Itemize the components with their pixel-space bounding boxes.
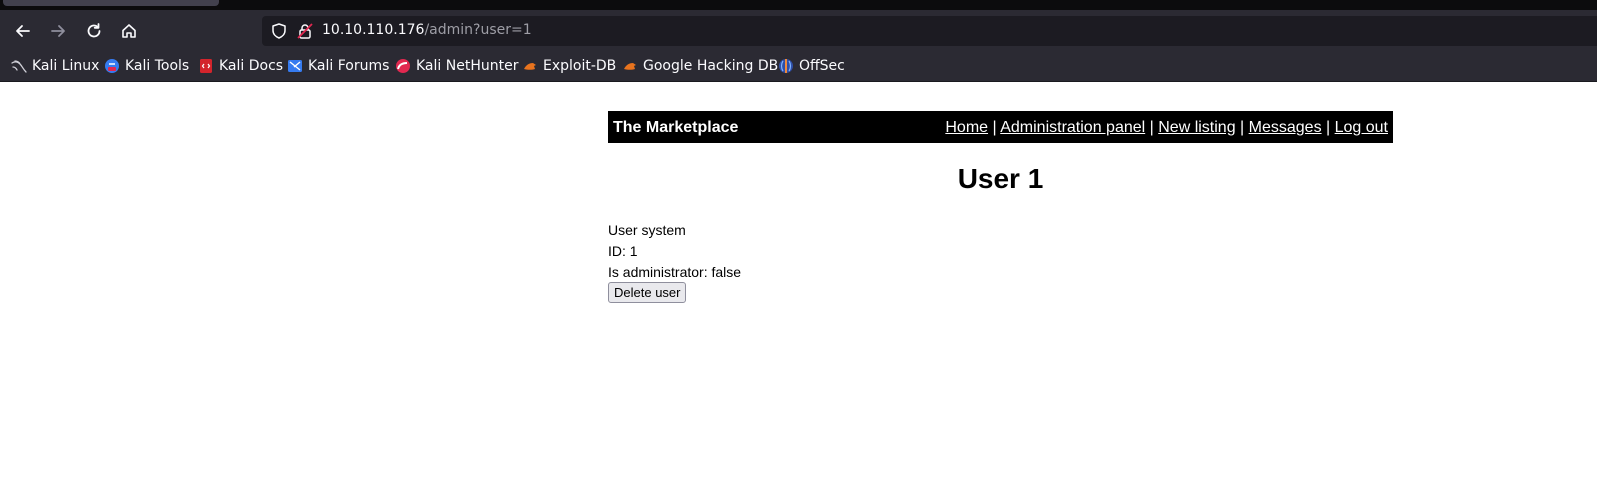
nav-link-log-out[interactable]: Log out — [1335, 119, 1388, 136]
tab-strip — [0, 0, 1597, 10]
kali-forums-icon — [288, 60, 302, 72]
bookmark-exploit-db[interactable]: Exploit-DB — [522, 57, 616, 75]
nav-link-messages[interactable]: Messages — [1249, 119, 1322, 136]
user-id-line: ID: 1 — [608, 243, 638, 259]
kali-dragon-icon — [11, 60, 27, 73]
page-title: User 1 — [957, 163, 1044, 194]
forward-arrow-icon — [51, 25, 65, 37]
back-arrow-icon — [16, 25, 30, 37]
kali-tools-icon — [105, 59, 119, 73]
google-hacking-db-icon — [624, 63, 636, 70]
reload-button[interactable] — [81, 18, 107, 44]
nav-link-administration-panel[interactable]: Administration panel — [1000, 119, 1145, 136]
active-tab[interactable] — [3, 0, 219, 6]
site-title: The Marketplace — [613, 119, 739, 136]
nav-link-new-listing[interactable]: New listing — [1158, 119, 1235, 136]
bookmark-label: Kali Forums — [308, 58, 390, 74]
nav-separator: | — [1321, 119, 1335, 136]
url-host: 10.10.110.176 — [322, 22, 425, 38]
reload-icon — [87, 23, 101, 38]
bookmark-offsec[interactable]: OffSec — [778, 57, 845, 75]
bookmark-kali-nethunter[interactable]: Kali NetHunter — [395, 57, 518, 75]
bookmark-google-hacking-db[interactable]: Google Hacking DB — [622, 57, 778, 75]
home-icon — [122, 24, 136, 38]
insecure-lock-icon[interactable] — [296, 22, 314, 40]
exploit-db-icon — [524, 63, 536, 70]
bookmark-kali-forums[interactable]: Kali Forums — [287, 57, 389, 75]
shield-icon[interactable] — [270, 22, 288, 40]
bookmark-kali-tools[interactable]: Kali Tools — [104, 57, 189, 75]
nav-separator: | — [1145, 119, 1159, 136]
bookmark-kali-linux[interactable]: Kali Linux — [11, 57, 99, 75]
kali-docs-icon — [200, 59, 212, 73]
bookmarks-toolbar: Kali Linux Kali Tools Kali Docs Kali For… — [0, 52, 1597, 82]
bookmark-label: Kali NetHunter — [416, 58, 519, 74]
back-button[interactable] — [10, 18, 36, 44]
forward-button[interactable] — [45, 18, 71, 44]
bookmark-kali-docs[interactable]: Kali Docs — [198, 57, 283, 75]
url-path: /admin?user=1 — [424, 22, 532, 38]
home-button[interactable] — [116, 18, 142, 44]
user-admin-status-line: Is administrator: false — [608, 264, 742, 280]
url-bar[interactable]: 10.10.110.176/admin?user=1 — [262, 16, 1597, 46]
bookmark-label: Kali Linux — [32, 58, 100, 74]
kali-nethunter-icon — [396, 59, 410, 73]
nav-separator: | — [988, 119, 1001, 136]
url-text[interactable]: 10.10.110.176/admin?user=1 — [322, 22, 532, 38]
offsec-icon — [779, 59, 793, 73]
delete-user-button[interactable]: Delete user — [608, 282, 687, 303]
bookmark-label: Kali Tools — [125, 58, 190, 74]
navigation-toolbar: 10.10.110.176/admin?user=1 — [0, 10, 1597, 52]
nav-link-home[interactable]: Home — [945, 119, 988, 136]
bookmark-label: Kali Docs — [219, 58, 284, 74]
bookmark-label: Exploit-DB — [543, 58, 617, 74]
user-name-line: User system — [608, 222, 686, 238]
site-nav: Home | Administration panel | New listin… — [945, 119, 1388, 137]
bookmark-label: Google Hacking DB — [643, 58, 779, 74]
nav-separator: | — [1235, 119, 1249, 136]
site-header: The Marketplace Home | Administration pa… — [608, 111, 1393, 143]
bookmark-label: OffSec — [799, 58, 845, 74]
